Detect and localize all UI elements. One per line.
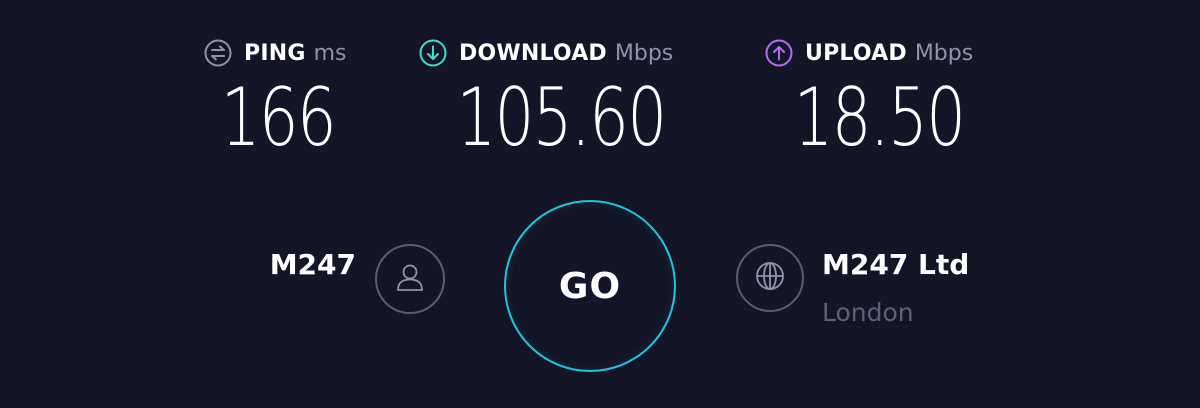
download-arrow-icon [419, 39, 447, 67]
provider-name: M247 [269, 248, 356, 281]
download-value: 105.60 [456, 71, 668, 164]
ping-value: 166 [220, 71, 337, 164]
upload-header: UPLOAD Mbps [765, 38, 973, 68]
download-metric: DOWNLOAD Mbps 105.60 [419, 38, 673, 158]
upload-label: UPLOAD [805, 40, 907, 66]
upload-arrow-icon [765, 39, 793, 67]
server-button[interactable] [736, 244, 804, 312]
ping-icon [204, 39, 232, 67]
go-button-label: GO [558, 265, 622, 307]
speedtest-panel: PING ms 166 DOWNLOAD Mbps 105.60 UPLOAD … [0, 0, 1200, 408]
provider-button[interactable] [375, 244, 445, 314]
ping-header: PING ms [204, 38, 347, 68]
globe-icon [754, 260, 786, 296]
go-button[interactable]: GO [504, 200, 676, 372]
server-location: London [822, 298, 914, 327]
ping-unit: ms [313, 40, 347, 66]
upload-metric: UPLOAD Mbps 18.50 [765, 38, 973, 158]
server-name[interactable]: M247 Ltd [822, 248, 969, 281]
download-unit: Mbps [614, 40, 674, 66]
download-label: DOWNLOAD [459, 40, 607, 66]
ping-metric: PING ms 166 [204, 38, 347, 158]
upload-unit: Mbps [914, 40, 974, 66]
download-header: DOWNLOAD Mbps [419, 38, 673, 68]
user-icon [393, 260, 427, 298]
upload-value: 18.50 [793, 71, 966, 164]
ping-label: PING [244, 40, 306, 66]
